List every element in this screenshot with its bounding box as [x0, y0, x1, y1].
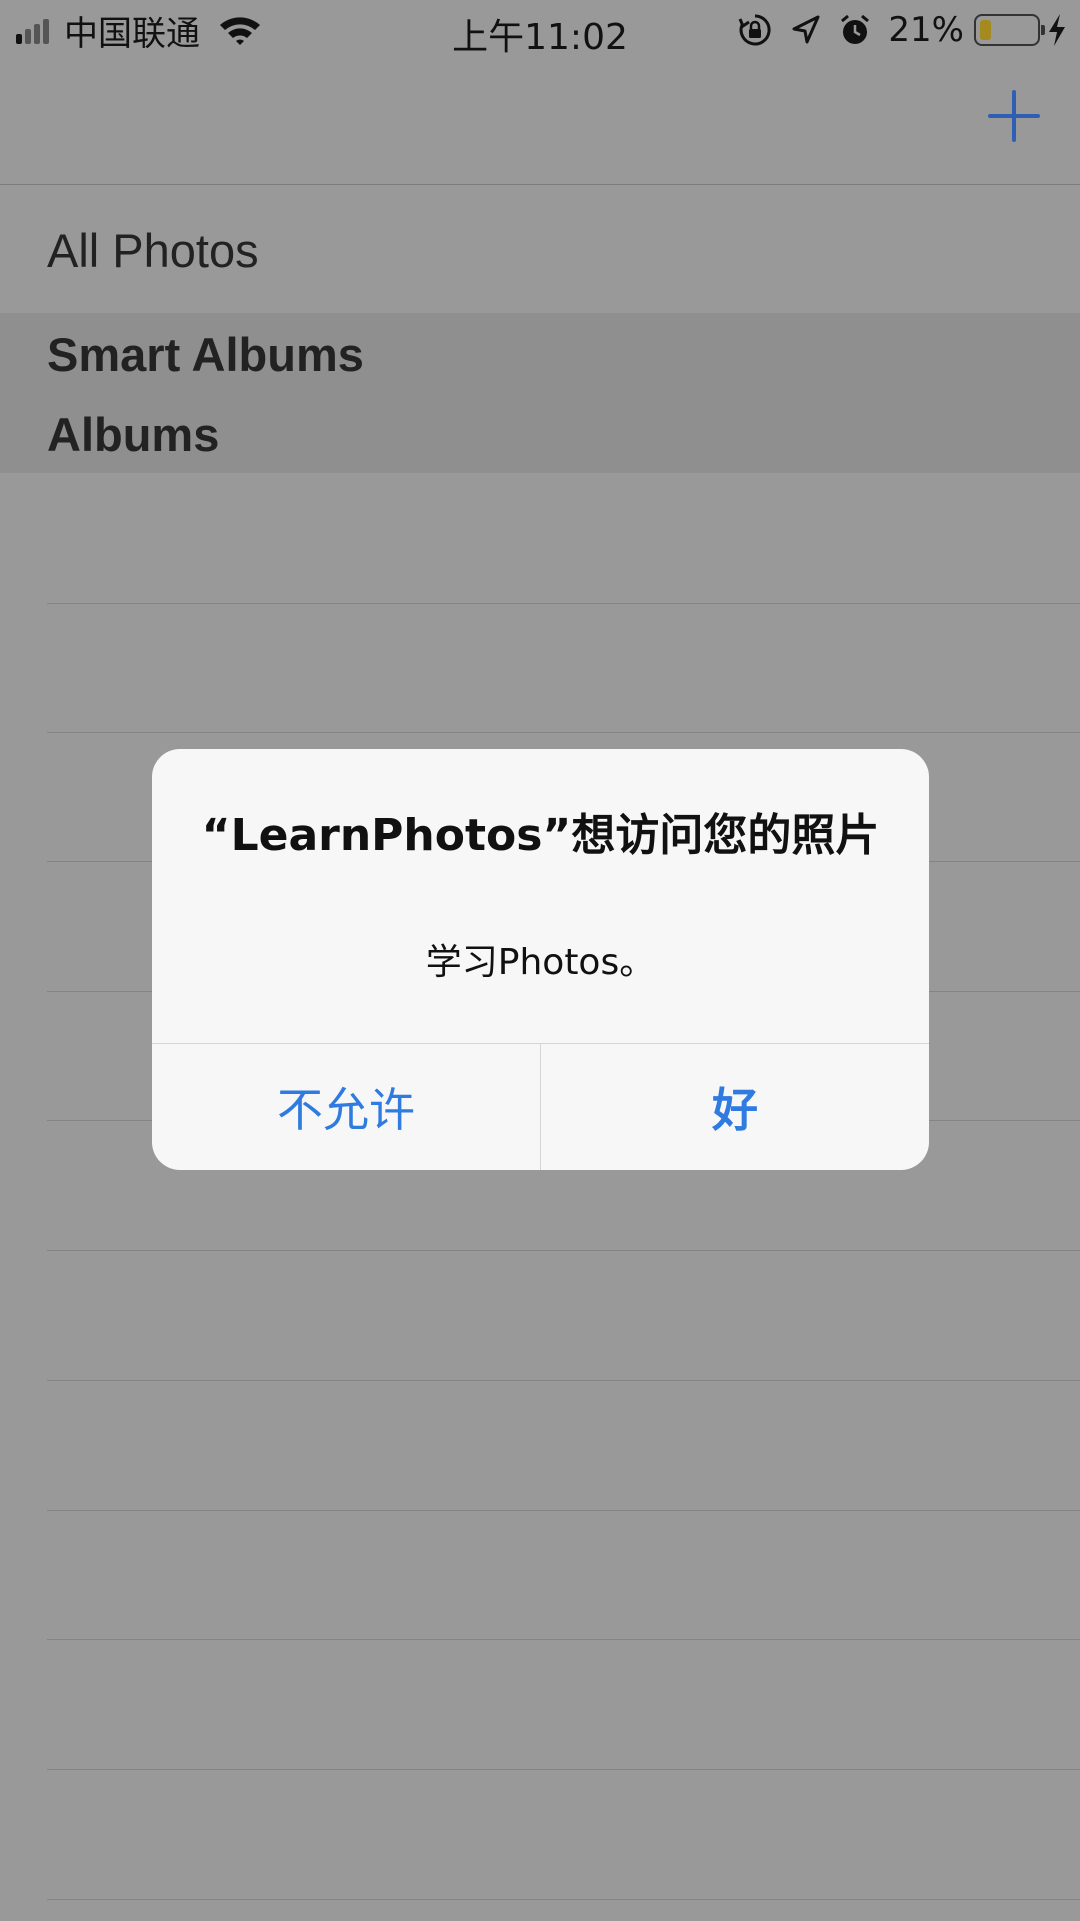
row-separator — [47, 1380, 1080, 1381]
alert-message: 学习Photos。 — [425, 942, 656, 983]
ok-button[interactable]: 好 — [541, 1044, 929, 1170]
battery-percent: 21% — [888, 10, 964, 50]
alarm-icon — [841, 14, 870, 44]
plus-icon[interactable] — [988, 90, 1040, 142]
dont-allow-button[interactable]: 不允许 — [152, 1044, 540, 1170]
alert-title: “LearnPhotos”想访问您的照片 — [201, 810, 880, 861]
photo-permission-alert: “LearnPhotos”想访问您的照片 学习Photos。 不允许 好 — [152, 749, 929, 1170]
all-photos-label: All Photos — [47, 224, 259, 277]
charging-icon — [1049, 14, 1065, 46]
rotation-lock-icon — [739, 14, 771, 46]
row-separator — [47, 603, 1080, 604]
row-separator — [47, 1639, 1080, 1640]
row-separator — [47, 1250, 1080, 1251]
row-separator — [47, 1899, 1080, 1900]
row-separator — [47, 1769, 1080, 1770]
row-separator — [47, 732, 1080, 733]
section-headers: Smart Albums Albums — [0, 313, 1080, 473]
status-right: 21% — [738, 8, 1068, 52]
all-photos-row[interactable]: All Photos — [0, 185, 1080, 313]
albums-header: Albums — [47, 408, 220, 461]
navigation-bar — [0, 60, 1080, 185]
row-separator — [47, 1510, 1080, 1511]
smart-albums-header: Smart Albums — [47, 328, 364, 381]
photos-screen: 中国联通 上午11:02 21% All Photos Smart Albums… — [0, 0, 1080, 1921]
battery-icon — [974, 14, 1045, 46]
status-bar: 中国联通 上午11:02 21% — [0, 0, 1080, 60]
battery-level — [980, 20, 991, 40]
location-icon — [792, 15, 820, 44]
